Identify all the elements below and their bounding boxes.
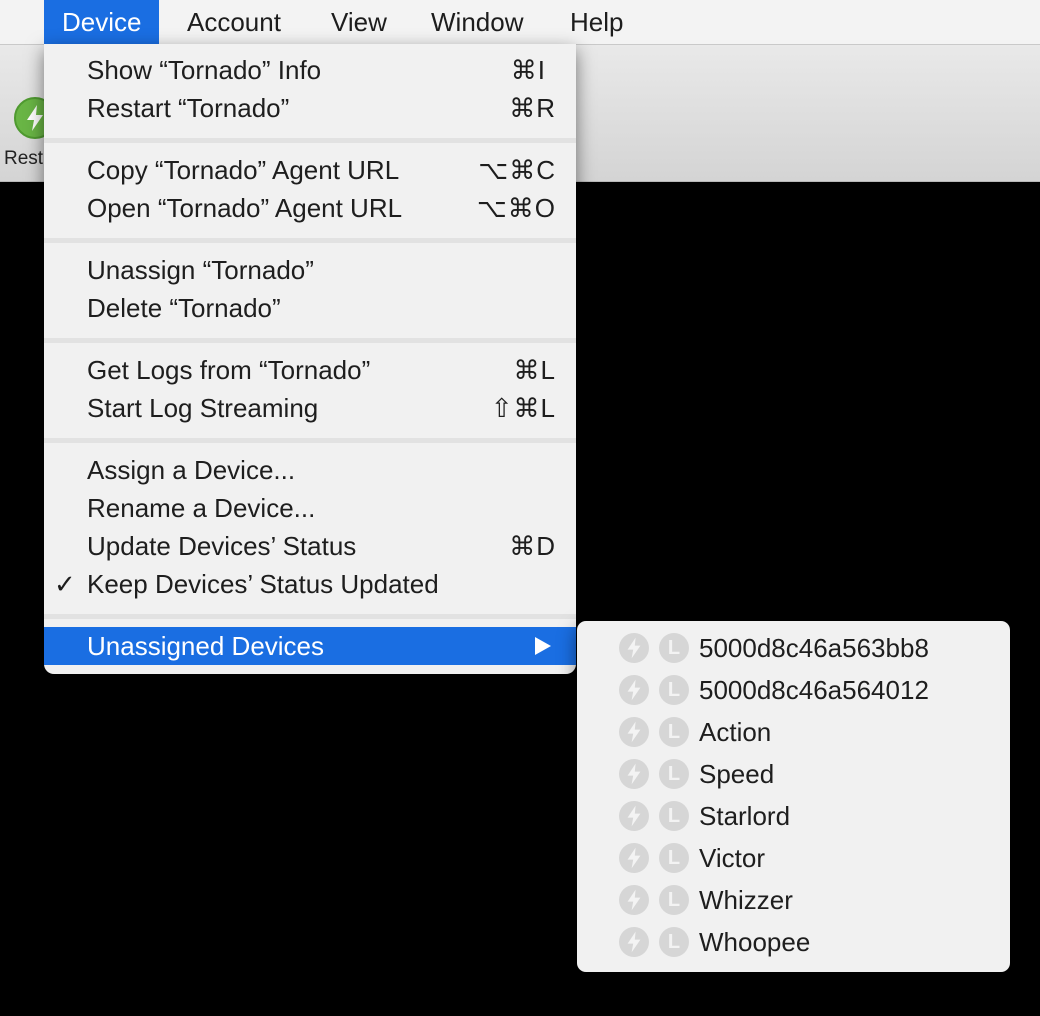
menu-item-open-agent-url[interactable]: Open “Tornado” Agent URL ⌥⌘O (44, 189, 576, 227)
letter-l-icon: L (659, 927, 689, 957)
letter-l-icon: L (659, 759, 689, 789)
menu-item-shortcut: ⌥⌘C (478, 155, 556, 185)
menu-item-keep-status-updated[interactable]: ✓ Keep Devices’ Status Updated (44, 565, 576, 603)
menu-separator (44, 338, 576, 343)
menu-window[interactable]: Window (413, 0, 541, 44)
submenu-item-device[interactable]: L Whizzer (577, 879, 1010, 921)
menu-account[interactable]: Account (169, 0, 299, 44)
menu-view[interactable]: View (313, 0, 405, 44)
menu-separator (44, 438, 576, 443)
letter-l-icon: L (659, 717, 689, 747)
bolt-icon (619, 927, 649, 957)
menu-item-shortcut: ⌘R (509, 93, 556, 123)
letter-l-icon: L (659, 843, 689, 873)
submenu-arrow-icon (535, 637, 551, 655)
menu-item-shortcut: ⌘D (509, 531, 556, 561)
menu-separator (44, 138, 576, 143)
menu-item-label: Restart “Tornado” (87, 93, 290, 123)
menu-item-get-logs[interactable]: Get Logs from “Tornado” ⌘L (44, 351, 576, 389)
restart-button-label[interactable]: Rest (4, 148, 43, 170)
bolt-icon (619, 675, 649, 705)
menu-item-label: Keep Devices’ Status Updated (87, 569, 439, 599)
bolt-icon (619, 717, 649, 747)
menu-item-label: Delete “Tornado” (87, 293, 281, 323)
menu-item-delete[interactable]: Delete “Tornado” (44, 289, 576, 327)
menu-item-start-log-streaming[interactable]: Start Log Streaming ⇧⌘L (44, 389, 576, 427)
submenu-item-label: Whizzer (699, 885, 793, 915)
menu-separator (44, 238, 576, 243)
menu-item-assign-device[interactable]: Assign a Device... (44, 451, 576, 489)
menu-item-rename-device[interactable]: Rename a Device... (44, 489, 576, 527)
device-menu: Show “Tornado” Info ⌘I Restart “Tornado”… (44, 44, 576, 674)
submenu-item-label: Victor (699, 843, 765, 873)
menu-item-label: Unassign “Tornado” (87, 255, 314, 285)
submenu-item-label: 5000d8c46a564012 (699, 675, 929, 705)
submenu-item-device[interactable]: L 5000d8c46a564012 (577, 669, 1010, 711)
menu-item-label: Assign a Device... (87, 455, 296, 485)
unassigned-devices-submenu: L 5000d8c46a563bb8 L 5000d8c46a564012 L Actio… (577, 621, 1010, 972)
letter-l-icon: L (659, 633, 689, 663)
menu-item-label: Start Log Streaming (87, 393, 319, 423)
menu-item-label: Update Devices’ Status (87, 531, 357, 561)
menu-item-label: Open “Tornado” Agent URL (87, 193, 403, 223)
letter-l-icon: L (659, 801, 689, 831)
bolt-icon (619, 801, 649, 831)
menu-item-label: Unassigned Devices (87, 631, 325, 661)
submenu-item-device[interactable]: L 5000d8c46a563bb8 (577, 627, 1010, 669)
letter-l-icon: L (659, 885, 689, 915)
menu-item-unassign[interactable]: Unassign “Tornado” (44, 251, 576, 289)
submenu-item-device[interactable]: L Action (577, 711, 1010, 753)
menu-item-label: Show “Tornado” Info (87, 55, 322, 85)
menu-item-shortcut: ⌥⌘O (476, 193, 556, 223)
submenu-item-label: 5000d8c46a563bb8 (699, 633, 929, 663)
submenu-item-device[interactable]: L Speed (577, 753, 1010, 795)
submenu-item-label: Action (699, 717, 772, 747)
letter-l-icon: L (659, 675, 689, 705)
bolt-icon (619, 633, 649, 663)
submenu-item-label: Starlord (699, 801, 791, 831)
menu-help[interactable]: Help (552, 0, 641, 44)
submenu-item-device[interactable]: L Starlord (577, 795, 1010, 837)
menu-item-restart[interactable]: Restart “Tornado” ⌘R (44, 89, 576, 127)
menu-item-update-status[interactable]: Update Devices’ Status ⌘D (44, 527, 576, 565)
menu-bar: Device Account View Window Help (0, 0, 1040, 45)
bolt-icon (619, 759, 649, 789)
menu-item-show-info[interactable]: Show “Tornado” Info ⌘I (44, 51, 576, 89)
bolt-icon (619, 843, 649, 873)
menu-item-label: Copy “Tornado” Agent URL (87, 155, 400, 185)
submenu-item-label: Whoopee (699, 927, 811, 957)
menu-device[interactable]: Device (44, 0, 160, 44)
menu-item-shortcut: ⇧⌘L (490, 393, 556, 423)
menu-item-shortcut: ⌘L (513, 355, 556, 385)
menu-item-shortcut: ⌘I (510, 55, 546, 85)
submenu-item-device[interactable]: L Whoopee (577, 921, 1010, 963)
menu-item-unassigned-devices[interactable]: Unassigned Devices (44, 627, 576, 665)
bolt-icon (619, 885, 649, 915)
checkmark-icon: ✓ (54, 569, 76, 599)
submenu-item-label: Speed (699, 759, 775, 789)
menu-item-label: Rename a Device... (87, 493, 316, 523)
menu-separator (44, 614, 576, 619)
menu-item-copy-agent-url[interactable]: Copy “Tornado” Agent URL ⌥⌘C (44, 151, 576, 189)
submenu-item-device[interactable]: L Victor (577, 837, 1010, 879)
menu-item-label: Get Logs from “Tornado” (87, 355, 371, 385)
